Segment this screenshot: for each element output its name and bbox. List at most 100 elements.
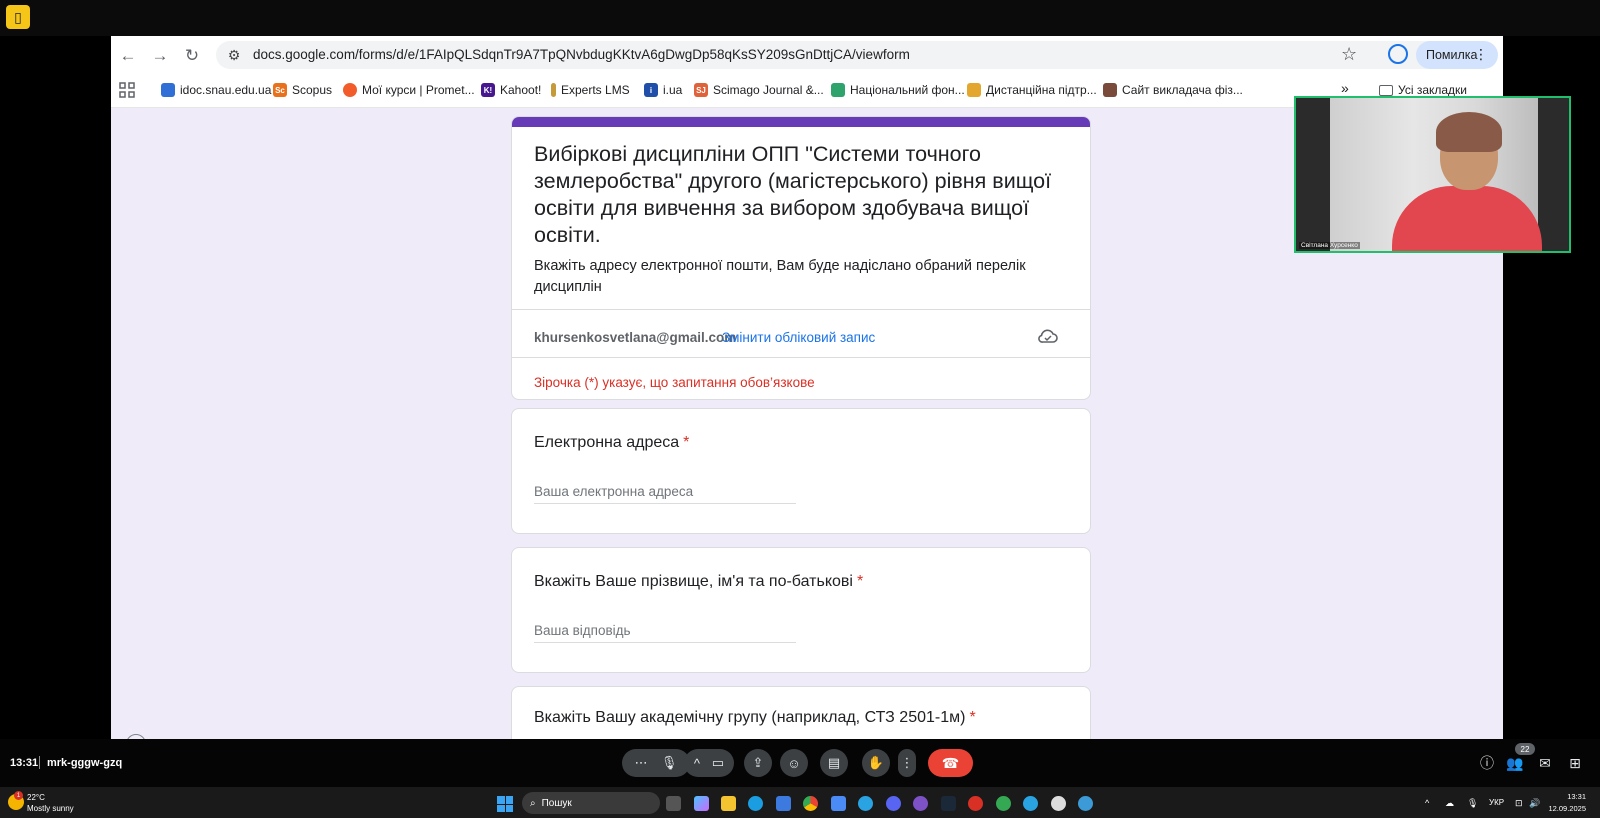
cloud-save-icon: [1037, 327, 1059, 350]
bookmark-item[interactable]: K! Kahoot!: [481, 83, 541, 97]
captions-icon[interactable]: ▤: [820, 749, 848, 777]
mic-tray-icon[interactable]: 🎙: [1467, 798, 1478, 809]
viber-icon[interactable]: [913, 796, 928, 811]
search-label: Пошук: [541, 797, 572, 809]
nrfu-icon: [831, 83, 845, 97]
bookmark-item[interactable]: Національний фон...: [831, 83, 965, 97]
required-asterisk: *: [683, 434, 690, 451]
participant-hair: [1436, 112, 1502, 152]
network-icon[interactable]: ⊡: [1515, 798, 1523, 809]
address-bar: ← → ↻ ⚙ docs.google.com/forms/d/e/1FAIpQ…: [111, 36, 1503, 74]
url-text[interactable]: docs.google.com/forms/d/e/1FAIpQLSdqnTr9…: [253, 47, 910, 62]
chrome-icon[interactable]: [803, 796, 818, 811]
bookmark-item[interactable]: Experts LMS: [551, 83, 630, 97]
form-title: Вибіркові дисципліни ОПП "Системи точног…: [534, 142, 1052, 247]
globe-icon[interactable]: [1078, 796, 1093, 811]
mic-control-group: ⋯ 🎙: [622, 749, 690, 777]
profile-error-button[interactable]: Помилка ⋮: [1416, 41, 1498, 69]
required-asterisk: *: [856, 573, 864, 590]
telegram-icon[interactable]: [858, 796, 873, 811]
app-logo-icon[interactable]: ▯: [6, 5, 30, 29]
experts-icon: [551, 83, 556, 97]
meeting-info-icon[interactable]: ⓘ: [1478, 754, 1496, 772]
emoji-reaction-icon[interactable]: ☺: [780, 749, 808, 777]
question-title: Вкажіть Ваше прізвище, ім'я та по-батько…: [534, 573, 864, 590]
account-email: khursenkosvetlana@gmail.com: [534, 330, 737, 345]
bookmark-item[interactable]: idoc.snau.edu.ua: [161, 83, 271, 97]
keyboard-language[interactable]: УКР: [1489, 798, 1504, 807]
form-header-card: Вибіркові дисципліни ОПП "Системи точног…: [511, 116, 1091, 400]
people-icon[interactable]: 👥: [1506, 754, 1524, 772]
question-email-card: Електронна адреса * Ваша електронна адрес…: [511, 408, 1091, 534]
bookmark-item[interactable]: SJ Scimago Journal &...: [694, 83, 824, 97]
video-background: [1330, 98, 1542, 251]
taskbar-search[interactable]: ⌕ Пошук: [522, 792, 660, 814]
bookmark-item[interactable]: Сайт викладача фіз...: [1103, 83, 1243, 97]
system-clock[interactable]: 13:31: [1556, 792, 1586, 801]
divider: [39, 756, 40, 769]
discord-icon[interactable]: [886, 796, 901, 811]
forward-icon[interactable]: →: [149, 45, 171, 67]
profile-icon[interactable]: [1388, 44, 1408, 64]
file-explorer-icon[interactable]: [721, 796, 736, 811]
telegram-icon[interactable]: [1023, 796, 1038, 811]
windows-start-icon[interactable]: [497, 796, 513, 812]
meeting-clock: 13:31: [10, 757, 39, 769]
store-icon[interactable]: [776, 796, 791, 811]
participant-name: Світлана Хурсенко: [1299, 242, 1360, 249]
app-green-icon[interactable]: [996, 796, 1011, 811]
app-icon[interactable]: [831, 796, 846, 811]
email-input[interactable]: Ваша електронна адреса: [534, 484, 796, 504]
weather-temperature[interactable]: 22°C: [27, 793, 45, 802]
bookmark-item[interactable]: i i.ua: [644, 83, 682, 97]
edge-browser-icon[interactable]: [748, 796, 763, 811]
menu-dots-icon[interactable]: ⋮: [1474, 46, 1488, 63]
back-icon[interactable]: ←: [117, 45, 139, 67]
more-options-icon[interactable]: ⋮: [898, 749, 916, 777]
divider: [512, 357, 1090, 358]
participant-video-tile[interactable]: Світлана Хурсенко: [1294, 96, 1571, 253]
meeting-code: mrk-gggw-gzq: [47, 757, 123, 769]
meeting-top-strip: [0, 0, 1600, 36]
kahoot-icon: K!: [481, 83, 495, 97]
microphone-icon[interactable]: 🎙: [661, 755, 678, 771]
search-icon: ⌕: [530, 797, 536, 809]
activities-grid-icon[interactable]: ⊞: [1566, 754, 1584, 772]
reload-icon[interactable]: ↻: [181, 45, 203, 67]
steam-icon[interactable]: [941, 796, 956, 811]
folder-icon: [1379, 84, 1393, 96]
question-group-card: Вкажіть Вашу академічну групу (наприклад…: [511, 686, 1091, 739]
bookmark-item[interactable]: Дистанційна підтр...: [967, 83, 1097, 97]
volume-icon[interactable]: 🔊: [1529, 798, 1540, 809]
chevron-up-icon[interactable]: ^: [694, 756, 700, 771]
obs-icon[interactable]: [1051, 796, 1066, 811]
tray-overflow-icon[interactable]: ^: [1425, 798, 1429, 808]
site-info-icon[interactable]: ⚙: [224, 45, 244, 65]
camera-icon[interactable]: ▭: [712, 755, 724, 771]
task-view-icon[interactable]: [666, 796, 681, 811]
divider: [512, 309, 1090, 310]
bookmark-item[interactable]: Sc Scopus: [273, 83, 332, 97]
bookmark-star-icon[interactable]: ☆: [1341, 44, 1357, 65]
bookmarks-overflow-icon[interactable]: »: [1341, 80, 1349, 96]
weather-notification-badge: 1: [14, 791, 23, 800]
raise-hand-icon[interactable]: ✋: [862, 749, 890, 777]
chat-icon[interactable]: ✉: [1536, 754, 1554, 772]
onedrive-icon[interactable]: ☁: [1445, 798, 1454, 809]
all-bookmarks-button[interactable]: Усі закладки: [1379, 83, 1467, 97]
question-title: Електронна адреса *: [534, 434, 690, 451]
app-red-icon[interactable]: [968, 796, 983, 811]
bookmark-item[interactable]: Мої курси | Promet...: [343, 83, 475, 97]
question-title: Вкажіть Вашу академічну групу (наприклад…: [534, 709, 976, 726]
name-input[interactable]: Ваша відповідь: [534, 623, 796, 643]
copilot-icon[interactable]: [694, 796, 709, 811]
question-name-card: Вкажіть Ваше прізвище, ім'я та по-батько…: [511, 547, 1091, 673]
scimago-icon: SJ: [694, 83, 708, 97]
system-date[interactable]: 12.09.2025: [1545, 804, 1586, 813]
present-screen-icon[interactable]: ⇪: [744, 749, 772, 777]
weather-condition[interactable]: Mostly sunny: [27, 804, 74, 813]
more-audio-options-icon[interactable]: ⋯: [635, 755, 648, 771]
end-call-icon[interactable]: ☎: [928, 749, 973, 777]
switch-account-link[interactable]: Змінити обліковий запис: [722, 330, 875, 345]
apps-grid-icon[interactable]: [119, 82, 135, 98]
